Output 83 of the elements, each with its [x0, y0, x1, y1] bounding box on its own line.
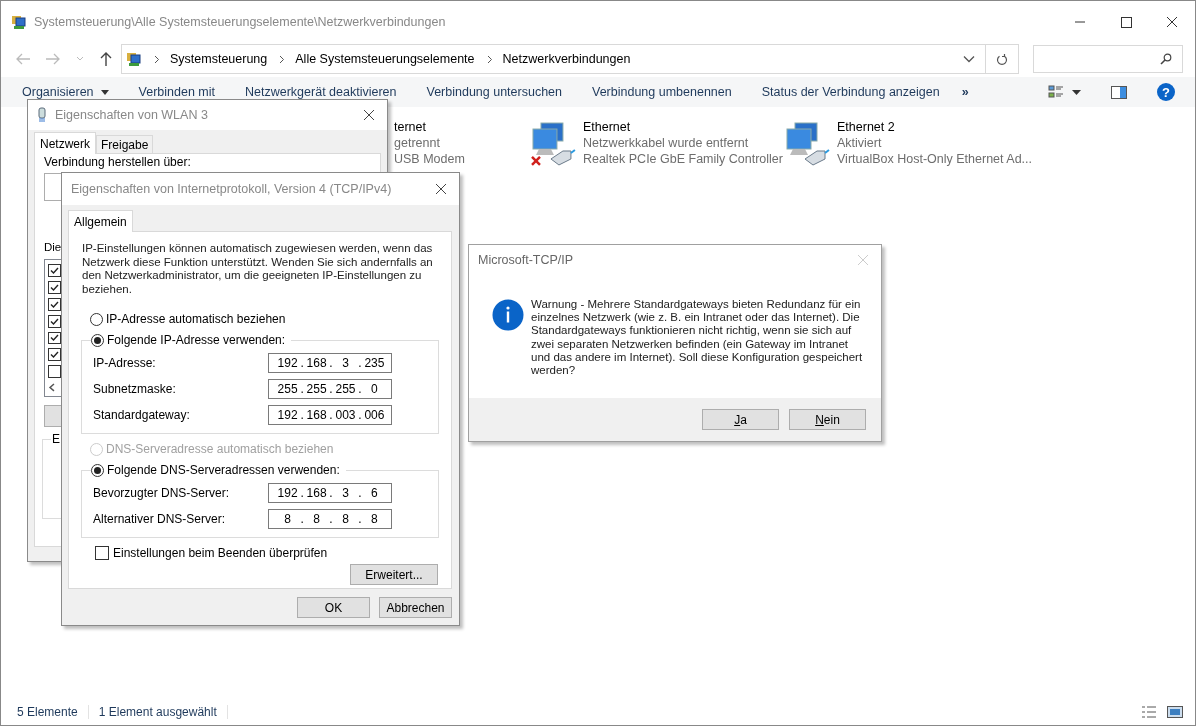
adapter-name: VirtualBox Host-Only Ethernet Ad...: [837, 151, 1032, 167]
connection-name: Ethernet 2: [837, 119, 896, 135]
radio-option[interactable]: Folgende DNS-Serveradressen verwenden:: [91, 463, 346, 477]
adapter-name: Realtek PCIe GbE Family Controller: [582, 151, 783, 167]
up-arrow-icon[interactable]: [99, 51, 113, 67]
connection-name: ternet: [394, 119, 427, 135]
large-icons-view-icon[interactable]: [1167, 705, 1183, 719]
toolbar-button[interactable]: Verbindung untersuchen: [426, 85, 562, 99]
adapter-icon: [37, 107, 47, 123]
caret-icon: [100, 89, 109, 95]
dropdown-caret-icon[interactable]: [963, 55, 975, 63]
field-label: Standardgateway:: [93, 408, 191, 422]
search-icon: [1160, 53, 1172, 65]
status-text: 1 Element ausgewählt: [98, 705, 228, 719]
ip-address-field[interactable]: 8 . 8 . 8 . 8: [268, 509, 392, 529]
connection-name: Ethernet: [582, 119, 632, 135]
ip-address-field[interactable]: 255 . 255 . 255 . 0: [268, 379, 392, 399]
connection-status: Netzwerkkabel wurde entfernt: [582, 135, 750, 151]
toolbar-button[interactable]: Status der Verbindung anzeigen: [761, 85, 940, 99]
view-options-icon[interactable]: [1048, 84, 1064, 100]
network-folder-icon: [11, 14, 27, 30]
message-text: Warnung - Mehrere Standardgateways bieten Redundanz für ein einzelnes Netzwerk (wie z. B. ein Intranet oder das Internet). Die Standardgateways funktionieren nicht richtig, wenn sie sich auf zwei separaten Netzwerken befinden (ein Gateway im Intranet und das andere im Internet). Soll diese Konfiguration gespeichert werden?: [531, 298, 864, 378]
dialog-button[interactable]: Nein: [789, 409, 866, 430]
field-label: Bevorzugter DNS-Server:: [93, 486, 231, 500]
window-title: Systemsteuerung\Alle Systemsteuerungselemente\Netzwerkverbindungen: [34, 15, 446, 29]
breadcrumb-item[interactable]: Alle Systemsteuerungselemente: [295, 52, 475, 66]
dialog-title: Eigenschaften von WLAN 3: [55, 108, 208, 122]
info-icon: [492, 299, 524, 331]
close-icon[interactable]: [435, 183, 447, 195]
dialog-title: Microsoft-TCP/IP: [478, 253, 574, 267]
connection-status: getrennt: [394, 135, 441, 151]
ip-address-field[interactable]: 192 . 168 . 3 . 235: [268, 353, 392, 373]
tab[interactable]: Freigabe: [96, 135, 154, 153]
ip-address-field[interactable]: 192 . 168 . 3 . 6: [268, 483, 392, 503]
toolbar-button[interactable]: Verbinden mit: [138, 85, 215, 99]
field-label: Alternativer DNS-Server:: [93, 512, 227, 526]
advanced-button[interactable]: Erweitert...: [350, 564, 438, 585]
connection-status: Aktiviert: [837, 135, 883, 151]
radio-option[interactable]: IP-Adresse automatisch beziehen: [90, 312, 286, 326]
breadcrumb-item[interactable]: Systemsteuerung: [170, 52, 268, 66]
refresh-icon: [996, 52, 1008, 66]
chevron-icon[interactable]: [486, 54, 493, 64]
checkbox[interactable]: [48, 314, 61, 328]
breadcrumb-item[interactable]: Netzwerkverbindungen: [502, 52, 631, 66]
dialog-button[interactable]: Abbrechen: [379, 597, 452, 618]
scroll-left-icon[interactable]: [48, 383, 56, 392]
radio-option[interactable]: Folgende IP-Adresse verwenden:: [91, 333, 292, 347]
network-adapter-icon[interactable]: [529, 119, 577, 167]
description-text: IP-Einstellungen können automatisch zugewiesen werden, wenn das Netzwerk diese Funktion unterstützt. Wenden Sie sich andernfalls an den Netzwerkadministrator, um die geeigneten IP-Einstellungen zu beziehen.: [82, 242, 434, 296]
checkbox[interactable]: [48, 280, 61, 294]
checkbox[interactable]: Einstellungen beim Beenden überprüfen: [95, 546, 328, 560]
status-text: 5 Elemente: [17, 705, 89, 719]
adapter-name: USB Modem: [394, 151, 465, 167]
checkbox[interactable]: [48, 348, 61, 362]
caret-icon[interactable]: [1072, 89, 1081, 95]
dialog-button[interactable]: OK: [297, 597, 370, 618]
toolbar-button[interactable]: Organisieren: [22, 85, 109, 99]
field-label: Verbindung herstellen über:: [44, 156, 191, 169]
close-icon[interactable]: [363, 109, 375, 121]
checkbox[interactable]: [48, 365, 61, 379]
toolbar-button[interactable]: Verbindung umbenennen: [592, 85, 732, 99]
checkbox[interactable]: [48, 264, 61, 277]
network-adapter-icon[interactable]: [783, 119, 831, 167]
checkbox[interactable]: [48, 331, 61, 345]
chevron-icon[interactable]: [279, 54, 286, 64]
dialog-button[interactable]: Ja: [702, 409, 779, 430]
field-label: IP-Adresse:: [93, 356, 157, 370]
more-commands-button[interactable]: »: [961, 85, 969, 99]
network-folder-icon: [126, 51, 142, 67]
chevron-icon[interactable]: [154, 54, 160, 64]
list-label: Die: [44, 241, 62, 254]
tab[interactable]: Netzwerk: [34, 132, 96, 154]
ip-address-field[interactable]: 192 . 168 . 003 . 006: [268, 405, 392, 425]
group-label: E: [51, 432, 61, 446]
tab[interactable]: Allgemein: [68, 210, 133, 232]
dialog-title: Eigenschaften von Internetprotokoll, Version 4 (TCP/IPv4): [71, 182, 392, 196]
help-button[interactable]: ?: [1157, 83, 1175, 101]
address-bar[interactable]: Systemsteuerung Alle Systemsteuerungselemente Netzwerkverbindungen: [121, 44, 1019, 74]
checkbox[interactable]: [48, 297, 61, 311]
field-label: Subnetzmaske:: [93, 382, 177, 396]
search-field[interactable]: [1033, 45, 1183, 73]
preview-pane-icon[interactable]: [1111, 85, 1127, 99]
toolbar-button[interactable]: Netzwerkgerät deaktivieren: [245, 85, 397, 99]
